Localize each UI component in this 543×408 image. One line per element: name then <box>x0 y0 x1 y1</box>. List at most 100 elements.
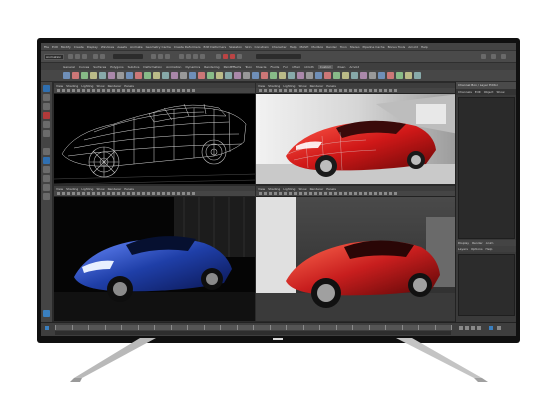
shelf-tab-animation[interactable]: Animation <box>166 65 181 69</box>
viewport-tool-icon[interactable] <box>172 192 175 195</box>
step-forward-icon[interactable] <box>477 326 481 330</box>
viewport-tool-icon[interactable] <box>152 192 155 195</box>
vp-menu-panels[interactable]: Panels <box>124 84 134 88</box>
shelf-tab-fur[interactable]: Fur <box>283 65 288 69</box>
viewport-tool-icon[interactable] <box>87 192 90 195</box>
rotate-tool-icon[interactable] <box>43 121 50 128</box>
vp-menu-lighting[interactable]: Lighting <box>81 187 93 191</box>
viewport-tool-icon[interactable] <box>389 89 392 92</box>
viewport-tool-icon[interactable] <box>269 192 272 195</box>
viewport-tool-icon[interactable] <box>167 192 170 195</box>
shelf-tab-subdivs[interactable]: Subdivs <box>128 65 140 69</box>
viewport-tool-icon[interactable] <box>294 192 297 195</box>
viewport-tool-icon[interactable] <box>389 192 392 195</box>
viewport-tool-icon[interactable] <box>117 192 120 195</box>
shelf-tool-icon[interactable] <box>144 72 151 79</box>
viewport-tool-icon[interactable] <box>309 192 312 195</box>
menu-toon[interactable]: Toon <box>340 45 347 49</box>
vp-menu-panels[interactable]: Panels <box>326 187 336 191</box>
time-slider-track[interactable] <box>55 325 452 330</box>
shelf-tool-icon[interactable] <box>243 72 250 79</box>
viewport-tool-icon[interactable] <box>57 89 60 92</box>
menu-skeleton[interactable]: Skeleton <box>229 45 242 49</box>
shelf-tool-icon[interactable] <box>225 72 232 79</box>
viewport-tool-icon[interactable] <box>349 89 352 92</box>
viewport-tool-icon[interactable] <box>192 89 195 92</box>
vp-menu-panels[interactable]: Panels <box>326 84 336 88</box>
viewport-tool-icon[interactable] <box>364 89 367 92</box>
viewport-tool-icon[interactable] <box>329 192 332 195</box>
viewport-tool-icon[interactable] <box>177 89 180 92</box>
vp-menu-renderer[interactable]: Renderer <box>310 187 324 191</box>
viewport-tool-icon[interactable] <box>177 192 180 195</box>
shelf-tool-icon[interactable] <box>252 72 259 79</box>
layer-list[interactable] <box>458 254 515 316</box>
viewport-tool-icon[interactable] <box>384 89 387 92</box>
viewport-tool-icon[interactable] <box>77 192 80 195</box>
viewport-tool-icon[interactable] <box>82 89 85 92</box>
shelf-tool-icon[interactable] <box>108 72 115 79</box>
viewport-tool-icon[interactable] <box>102 192 105 195</box>
shelf-tool-icon[interactable] <box>270 72 277 79</box>
tab-render[interactable]: Render <box>472 241 483 245</box>
vp-menu-view[interactable]: View <box>56 84 63 88</box>
scene-status-icon[interactable] <box>45 326 49 330</box>
viewport-tool-icon[interactable] <box>259 89 262 92</box>
tab-show[interactable]: Show <box>496 90 504 94</box>
viewport-tool-icon[interactable] <box>142 192 145 195</box>
viewport-tool-icon[interactable] <box>359 192 362 195</box>
play-forward-icon[interactable] <box>471 326 475 330</box>
viewport-tool-icon[interactable] <box>294 89 297 92</box>
shelf-tool-icon[interactable] <box>126 72 133 79</box>
viewport-tool-icon[interactable] <box>152 89 155 92</box>
viewport-tool-icon[interactable] <box>102 89 105 92</box>
shelf-tab-curves[interactable]: Curves <box>79 65 89 69</box>
viewport-tool-icon[interactable] <box>369 192 372 195</box>
shelf-tool-icon[interactable] <box>288 72 295 79</box>
single-perspective-layout-icon[interactable] <box>43 148 50 155</box>
shelf-tool-icon[interactable] <box>387 72 394 79</box>
shelf-tool-icon[interactable] <box>342 72 349 79</box>
viewport-tool-icon[interactable] <box>147 192 150 195</box>
sign-in-icon[interactable] <box>481 54 486 59</box>
vp-menu-show[interactable]: Show <box>96 84 104 88</box>
menu-character[interactable]: Character <box>272 45 287 49</box>
select-by-component-icon[interactable] <box>165 54 170 59</box>
viewport-tool-icon[interactable] <box>112 89 115 92</box>
vp-menu-view[interactable]: View <box>258 84 265 88</box>
tab-display[interactable]: Display <box>458 241 469 245</box>
shelf-tool-icon[interactable] <box>180 72 187 79</box>
viewport-tool-icon[interactable] <box>279 89 282 92</box>
channel-list[interactable] <box>458 97 515 239</box>
menu-edit-deformers[interactable]: Edit Deformers <box>204 45 227 49</box>
viewport-tool-icon[interactable] <box>319 89 322 92</box>
viewport-tool-icon[interactable] <box>157 192 160 195</box>
menu-pipeline-cache[interactable]: Pipeline Cache <box>363 45 385 49</box>
shelf-tool-icon[interactable] <box>405 72 412 79</box>
viewport-tool-icon[interactable] <box>182 89 185 92</box>
tab-channels[interactable]: Channels <box>458 90 472 94</box>
shelf-tool-icon[interactable] <box>351 72 358 79</box>
step-back-icon[interactable] <box>465 326 469 330</box>
render-settings-icon[interactable] <box>237 54 242 59</box>
vp-menu-renderer[interactable]: Renderer <box>108 187 122 191</box>
viewport-tool-icon[interactable] <box>339 192 342 195</box>
viewport-tool-icon[interactable] <box>132 192 135 195</box>
viewport-tool-icon[interactable] <box>269 89 272 92</box>
viewport-tool-icon[interactable] <box>394 89 397 92</box>
menu-layers[interactable]: Layers <box>458 247 468 251</box>
paint-select-icon[interactable] <box>43 103 50 110</box>
viewport-tool-icon[interactable] <box>127 192 130 195</box>
vp-menu-renderer[interactable]: Renderer <box>310 84 324 88</box>
menu-file[interactable]: File <box>44 45 49 49</box>
shelf-tool-icon[interactable] <box>261 72 268 79</box>
viewport-tool-icon[interactable] <box>334 192 337 195</box>
shelf-tool-icon[interactable] <box>306 72 313 79</box>
viewport-tool-icon[interactable] <box>344 192 347 195</box>
vp-menu-lighting[interactable]: Lighting <box>283 84 295 88</box>
menu-edit[interactable]: Edit <box>52 45 58 49</box>
shelf-tab-polygons[interactable]: Polygons <box>110 65 123 69</box>
vp-menu-view[interactable]: View <box>258 187 265 191</box>
viewport-tool-icon[interactable] <box>92 192 95 195</box>
viewport-tool-icon[interactable] <box>379 192 382 195</box>
